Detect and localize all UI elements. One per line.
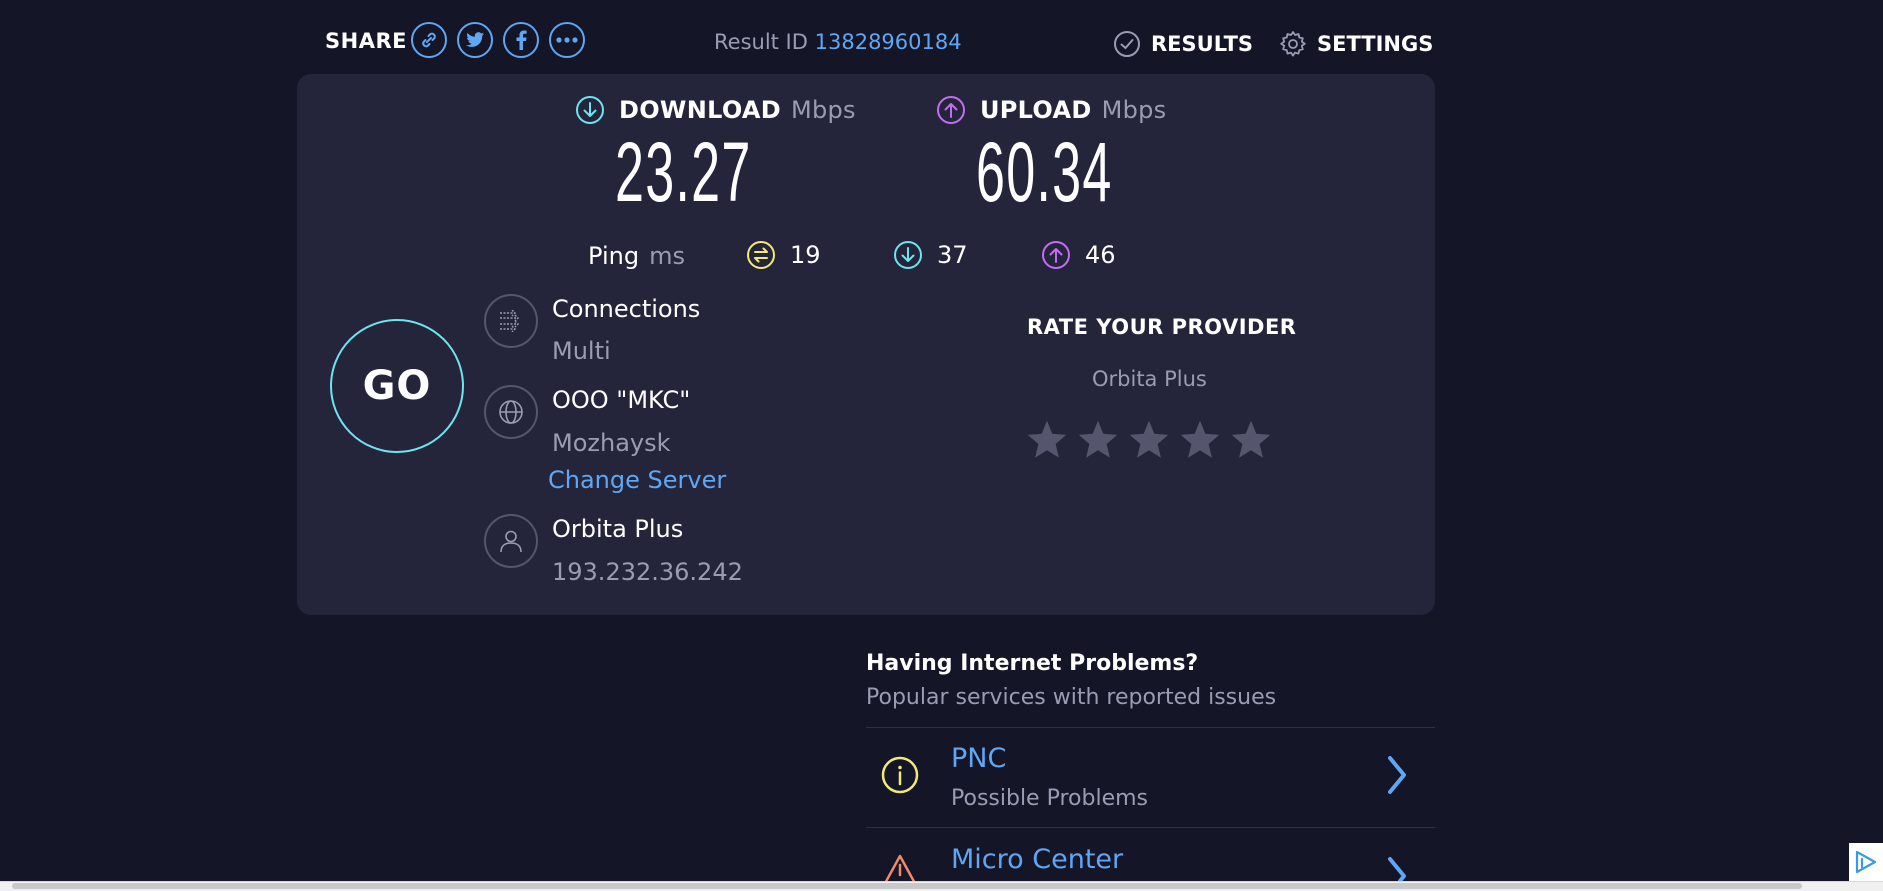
settings-button[interactable]: SETTINGS: [1279, 30, 1433, 58]
user-icon: [484, 514, 538, 568]
download-label: DOWNLOAD: [619, 96, 781, 124]
download-speed-value: 23.27: [615, 125, 752, 219]
connections-title: Connections: [552, 295, 701, 323]
ping-upload: 46: [1041, 240, 1116, 270]
chevron-right-icon[interactable]: [1386, 855, 1408, 881]
share-label: SHARE: [325, 29, 407, 53]
ping-download-icon: [894, 241, 922, 269]
speedtest-result-panel: [297, 74, 1435, 615]
problems-title: Having Internet Problems?: [866, 651, 1199, 676]
settings-label: SETTINGS: [1317, 32, 1434, 56]
globe-icon: [484, 385, 538, 439]
provider-name: Orbita Plus: [552, 515, 684, 543]
more-icon[interactable]: [549, 22, 585, 58]
star-icon-4[interactable]: [1178, 418, 1222, 462]
problems-subtitle: Popular services with reported issues: [866, 685, 1277, 710]
upload-label: UPLOAD: [980, 96, 1092, 124]
problem-name-micro-center[interactable]: Micro Center: [951, 844, 1123, 875]
rate-provider-name: Orbita Plus: [1092, 367, 1207, 391]
result-id-label: Result ID: [714, 30, 808, 54]
result-id-link[interactable]: 13828960184: [815, 30, 962, 54]
results-button[interactable]: RESULTS: [1113, 30, 1253, 58]
download-arrow-icon: [576, 96, 604, 124]
check-circle-icon: [1114, 31, 1140, 57]
star-icon-2[interactable]: [1076, 418, 1120, 462]
download-header: DOWNLOAD Mbps: [575, 95, 856, 125]
provider-ip: 193.232.36.242: [552, 558, 743, 586]
ping-upload-value: 46: [1085, 241, 1116, 269]
chevron-right-icon[interactable]: [1386, 754, 1408, 796]
ping-download-value: 37: [937, 241, 968, 269]
connections-icon: [484, 294, 538, 348]
ping-idle: 19: [746, 240, 821, 270]
star-rating: [1025, 418, 1280, 462]
results-label: RESULTS: [1151, 32, 1254, 56]
server-name: OOO "MKC": [552, 386, 691, 414]
star-icon-1[interactable]: [1025, 418, 1069, 462]
star-icon-5[interactable]: [1229, 418, 1273, 462]
rate-provider-title: RATE YOUR PROVIDER: [1027, 315, 1297, 339]
gear-icon: [1280, 31, 1306, 57]
upload-speed-value: 60.34: [976, 125, 1113, 219]
link-icon[interactable]: [411, 22, 447, 58]
adchoices-icon[interactable]: [1849, 843, 1883, 881]
problem-status-pnc: Possible Problems: [951, 786, 1148, 811]
upload-header: UPLOAD Mbps: [936, 95, 1166, 125]
twitter-icon[interactable]: [457, 22, 493, 58]
upload-arrow-icon: [937, 96, 965, 124]
result-id: Result ID 13828960184: [714, 30, 962, 54]
change-server-link[interactable]: Change Server: [548, 466, 726, 494]
ping-upload-icon: [1042, 241, 1070, 269]
warning-icon: [884, 854, 916, 881]
ping-idle-value: 19: [790, 241, 821, 269]
ping-label-text: Ping: [588, 242, 640, 270]
ping-idle-icon: [747, 241, 775, 269]
go-button[interactable]: GO: [330, 319, 464, 453]
server-location: Mozhaysk: [552, 429, 671, 457]
horizontal-scrollbar-thumb[interactable]: [12, 883, 1802, 889]
upload-unit: Mbps: [1101, 96, 1167, 124]
star-icon-3[interactable]: [1127, 418, 1171, 462]
problem-name-pnc[interactable]: PNC: [951, 743, 1006, 774]
ping-unit: ms: [649, 242, 685, 270]
download-unit: Mbps: [790, 96, 856, 124]
ping-label: Ping ms: [588, 242, 685, 270]
connections-value[interactable]: Multi: [552, 337, 611, 365]
ping-download: 37: [893, 240, 968, 270]
info-icon: [881, 756, 919, 794]
facebook-icon[interactable]: [503, 22, 539, 58]
